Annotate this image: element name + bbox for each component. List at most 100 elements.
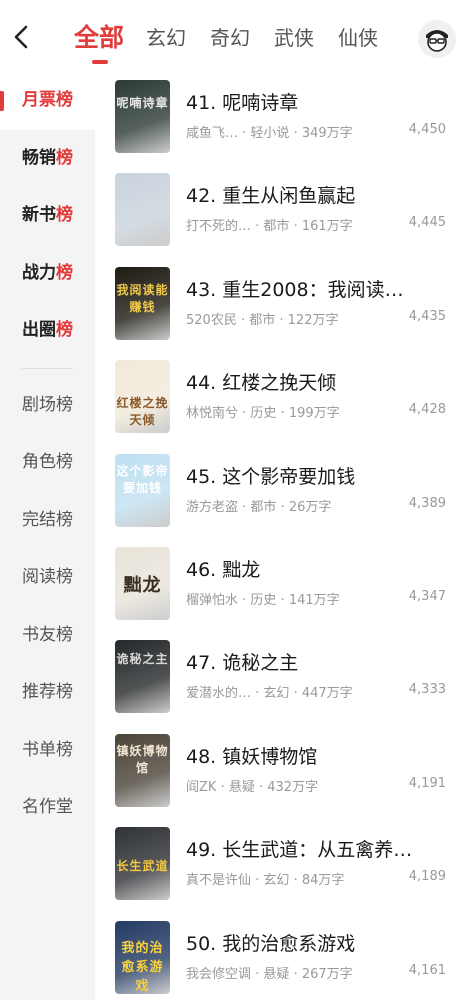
sidebar-item-book-friends[interactable]: 书友榜 (0, 607, 95, 665)
monthly-ticket-count: 4,191 (408, 775, 446, 791)
sidebar-item-character[interactable]: 角色榜 (0, 434, 95, 492)
book-title: 45. 这个影帝要加钱 (186, 465, 356, 488)
ranking-sidebar: 月票榜 畅销榜 新书榜 战力榜 出圈榜 剧场榜 角色榜 完结榜 阅读榜 书友榜 … (0, 72, 95, 1000)
tab-wuxia[interactable]: 武侠 (274, 18, 314, 58)
book-row[interactable]: 红楼之挽天倾 44. 红楼之挽天倾 林悦南兮 · 历史 · 199万字 4,42… (95, 352, 468, 445)
book-title: 49. 长生武道：从五禽养… (186, 839, 413, 862)
book-author: 真不是许仙 (186, 873, 252, 889)
book-cover: 黜龙 (115, 546, 170, 620)
book-word-count: 26万字 (288, 499, 332, 515)
avatar-icon[interactable] (418, 20, 456, 58)
book-cover: 红楼之挽天倾 (115, 360, 170, 434)
book-genre: 历史 (250, 592, 277, 608)
book-word-count: 141万字 (288, 592, 340, 608)
monthly-ticket-count: 4,189 (408, 869, 446, 885)
book-row[interactable]: 诡秘之主 47. 诡秘之主 爱潜水的… · 玄幻 · 447万字 4,333 (95, 632, 468, 725)
book-author: 520农民 (186, 312, 237, 328)
tab-all[interactable]: 全部 (74, 18, 124, 64)
sidebar-item-label-tail: 榜 (56, 147, 73, 168)
book-author: 阎ZK (186, 779, 217, 795)
book-row[interactable]: 我的治愈系游戏 50. 我的治愈系游戏 我会修空调 · 悬疑 · 267万字 4… (95, 913, 468, 1000)
book-word-count: 349万字 (301, 126, 353, 141)
book-title: 44. 红楼之挽天倾 (186, 372, 337, 395)
sidebar-item-label: 出圈 (22, 320, 56, 340)
monthly-ticket-count: 4,435 (408, 308, 446, 324)
sidebar-item-label: 完结榜 (22, 509, 73, 530)
book-row[interactable]: 42. 重生从闲鱼赢起 打不死的… · 都市 · 161万字 4,445 (95, 165, 468, 258)
monthly-ticket-count: 4,347 (408, 588, 446, 604)
sidebar-item-masterpieces[interactable]: 名作堂 (0, 779, 95, 837)
sidebar-item-power[interactable]: 战力榜 (0, 245, 95, 303)
book-word-count: 267万字 (301, 966, 353, 982)
book-cover: 我阅读能赚钱 (115, 266, 170, 340)
sidebar-item-label: 推荐榜 (22, 682, 73, 702)
sidebar-item-label: 阅读榜 (22, 567, 73, 587)
book-genre: 悬疑 (228, 779, 255, 795)
book-author: 爱潜水的… (186, 686, 252, 702)
book-cover: 这个影帝要加钱 (115, 453, 170, 527)
sidebar-item-book-list[interactable]: 书单榜 (0, 722, 95, 780)
book-meta: 520农民 · 都市 · 122万字 (186, 309, 401, 328)
sidebar-item-recommend[interactable]: 推荐榜 (0, 664, 95, 722)
tab-qihuan[interactable]: 奇幻 (210, 18, 250, 58)
monthly-ticket-count: 4,333 (408, 682, 446, 698)
sidebar-item-theater[interactable]: 剧场榜 (0, 377, 95, 435)
sidebar-item-new-books[interactable]: 新书榜 (0, 187, 95, 245)
book-cover-title: 红楼之挽天倾 (116, 396, 169, 428)
book-author: 榴弹怕水 (186, 592, 239, 608)
sidebar-item-label: 角色榜 (22, 452, 73, 472)
book-title: 43. 重生2008：我阅读… (186, 278, 404, 301)
book-title: 50. 我的治愈系游戏 (186, 932, 356, 955)
book-title: 41. 呢喃诗章 (186, 92, 299, 114)
book-meta: 咸鱼飞… · 轻小说 · 349万字 (186, 122, 401, 141)
book-cover: 呢喃诗章 (115, 80, 170, 153)
book-cover-title: 黜龙 (123, 574, 162, 596)
sidebar-item-monthly-ticket[interactable]: 月票榜 (0, 72, 95, 130)
book-cover: 长生武道 (115, 827, 170, 901)
tab-xianxia[interactable]: 仙侠 (338, 18, 378, 58)
back-arrow-icon[interactable] (10, 22, 36, 52)
monthly-ticket-count: 4,450 (408, 122, 446, 137)
sidebar-item-reading[interactable]: 阅读榜 (0, 549, 95, 607)
book-meta: 林悦南兮 · 历史 · 199万字 (186, 402, 401, 421)
sidebar-item-completed[interactable]: 完结榜 (0, 492, 95, 550)
book-author: 打不死的… (186, 219, 252, 235)
monthly-ticket-count: 4,428 (408, 402, 446, 418)
book-genre: 都市 (250, 499, 277, 515)
book-row[interactable]: 这个影帝要加钱 45. 这个影帝要加钱 游方老盗 · 都市 · 26万字 4,3… (95, 446, 468, 539)
book-row[interactable]: 我阅读能赚钱 43. 重生2008：我阅读… 520农民 · 都市 · 122万… (95, 259, 468, 352)
book-cover-title: 呢喃诗章 (116, 96, 169, 110)
book-word-count: 161万字 (301, 219, 353, 235)
book-row[interactable]: 镇妖博物馆 48. 镇妖博物馆 阎ZK · 悬疑 · 432万字 4,191 (95, 726, 468, 819)
book-cover-title: 长生武道 (116, 859, 169, 874)
book-row[interactable]: 黜龙 46. 黜龙 榴弹怕水 · 历史 · 141万字 4,347 (95, 539, 468, 632)
tab-xuanhuan[interactable]: 玄幻 (146, 18, 186, 58)
sidebar-item-label: 书友榜 (22, 624, 73, 645)
book-row[interactable]: 长生武道 49. 长生武道：从五禽养… 真不是许仙 · 玄幻 · 84万字 4,… (95, 819, 468, 912)
sidebar-item-label-tail: 榜 (56, 320, 73, 340)
sidebar-item-breakout[interactable]: 出圈榜 (0, 302, 95, 360)
sidebar-item-label-tail: 榜 (56, 90, 73, 110)
book-row[interactable]: 呢喃诗章 41. 呢喃诗章 咸鱼飞… · 轻小说 · 349万字 4,450 (95, 72, 468, 165)
book-genre: 轻小说 (250, 126, 290, 141)
top-bar: 全部 玄幻 奇幻 武侠 仙侠 (0, 0, 468, 72)
category-tabs: 全部 玄幻 奇幻 武侠 仙侠 (74, 18, 402, 64)
book-cover-title: 我的治愈系游戏 (121, 940, 164, 994)
monthly-ticket-count: 4,445 (408, 215, 446, 231)
sidebar-item-label: 书单榜 (22, 739, 73, 760)
book-word-count: 84万字 (301, 873, 345, 889)
sidebar-item-label: 战力 (22, 262, 56, 283)
monthly-ticket-count: 4,161 (408, 962, 446, 978)
sidebar-item-bestseller[interactable]: 畅销榜 (0, 130, 95, 188)
book-word-count: 447万字 (301, 686, 353, 702)
book-meta: 打不死的… · 都市 · 161万字 (186, 215, 401, 234)
book-meta: 榴弹怕水 · 历史 · 141万字 (186, 589, 401, 608)
sidebar-item-label-tail: 榜 (56, 262, 73, 283)
book-genre: 都市 (263, 219, 290, 235)
book-cover-title: 我阅读能赚钱 (116, 282, 169, 314)
book-cover-title: 这个影帝要加钱 (116, 463, 169, 495)
book-cover (115, 173, 170, 247)
book-title: 42. 重生从闲鱼赢起 (186, 185, 356, 208)
book-genre: 历史 (250, 406, 277, 422)
book-genre: 悬疑 (263, 966, 290, 982)
